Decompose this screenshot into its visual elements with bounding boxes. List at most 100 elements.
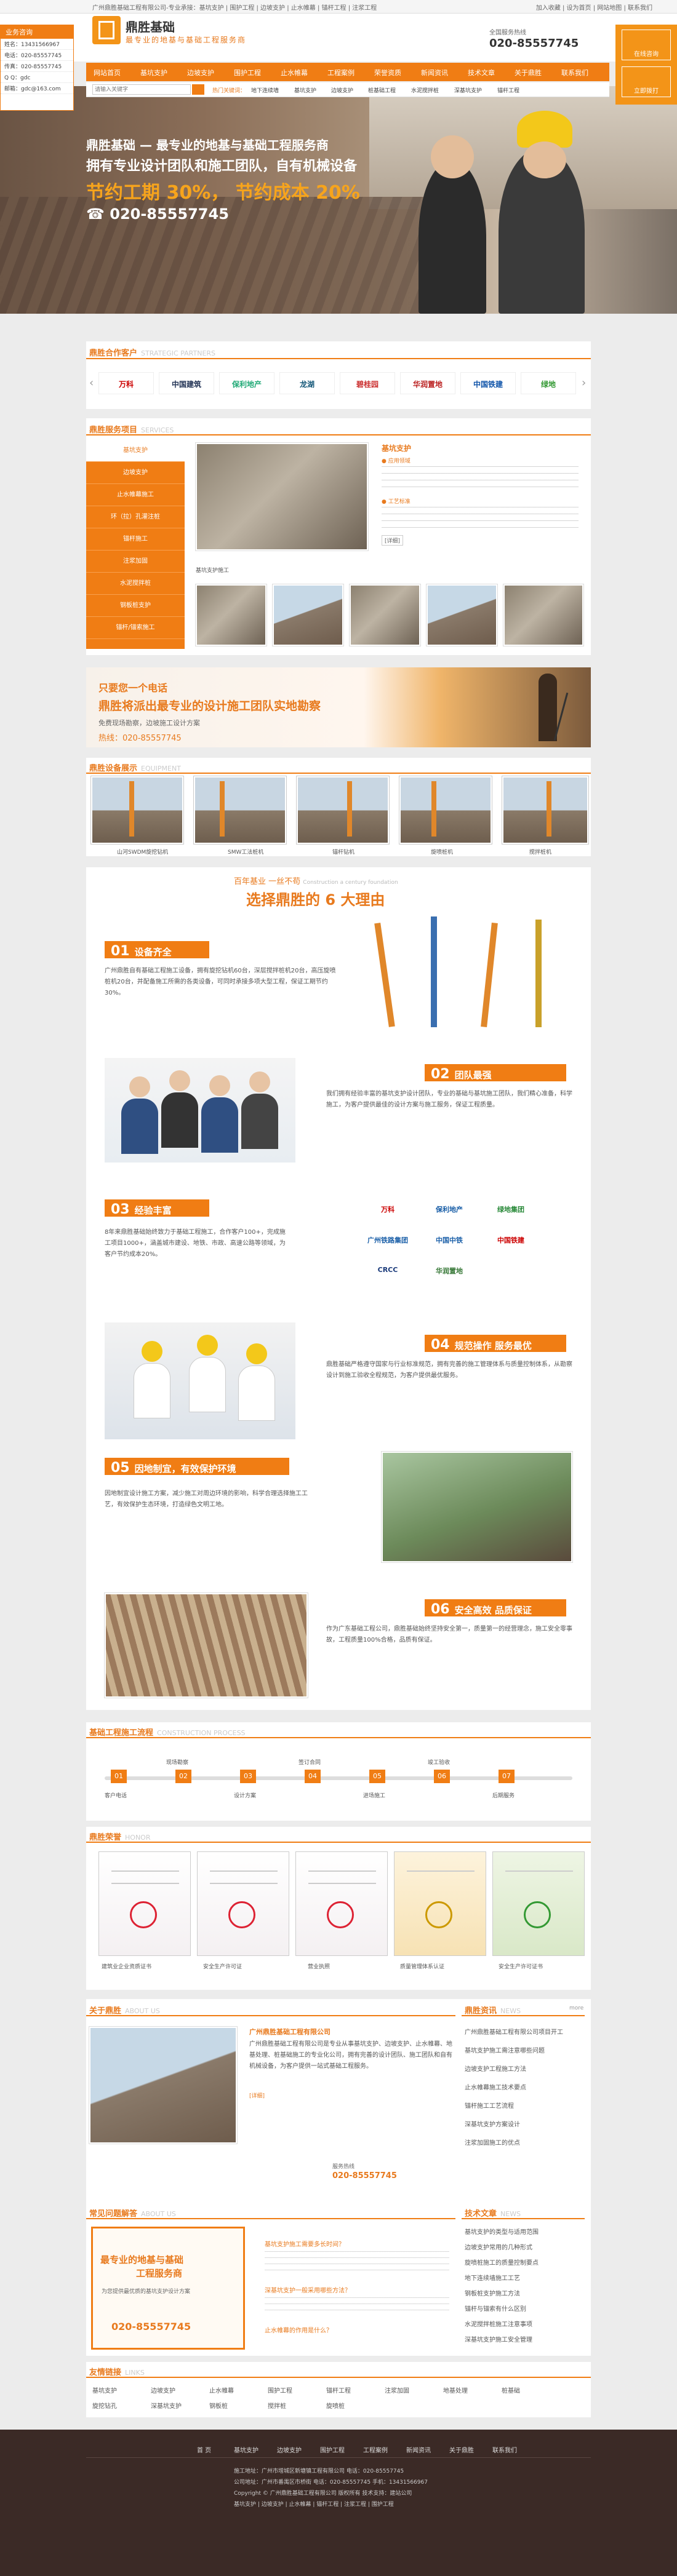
partner-logo[interactable]: 中国建筑: [159, 372, 214, 394]
partner-logo[interactable]: 保利地产: [219, 372, 274, 394]
nav-item[interactable]: 工程案例: [327, 68, 355, 78]
footer-nav-item[interactable]: 围护工程: [320, 2445, 345, 2454]
partner-logo[interactable]: 龙湖: [279, 372, 335, 394]
friend-link[interactable]: 围护工程: [268, 2385, 292, 2395]
nav-item[interactable]: 联系我们: [561, 68, 588, 78]
service-menu-item[interactable]: 环（拉）孔灌注桩: [86, 506, 185, 528]
certificate-image[interactable]: [197, 1851, 289, 1956]
hot-key[interactable]: 水泥搅拌桩: [411, 86, 439, 94]
friend-link[interactable]: 止水帷幕: [209, 2385, 234, 2395]
search-button[interactable]: [192, 84, 204, 95]
call-button[interactable]: 立即拨打: [622, 66, 671, 97]
footer-nav-item[interactable]: 基坑支护: [234, 2445, 258, 2454]
partner-logo[interactable]: 华润置地: [400, 372, 455, 394]
logo-icon[interactable]: [92, 16, 121, 44]
tech-item[interactable]: 基坑支护的类型与适用范围: [465, 2227, 539, 2236]
nav-item[interactable]: 技术文章: [468, 68, 495, 78]
footer-nav-item[interactable]: 新闻资讯: [406, 2445, 431, 2454]
hot-key[interactable]: 桩基础工程: [368, 86, 396, 94]
friend-link[interactable]: 桩基础: [502, 2385, 520, 2395]
service-thumb[interactable]: [427, 584, 497, 646]
faq-question[interactable]: 深基坑支护一般采用哪些方法？: [265, 2285, 351, 2294]
hot-key[interactable]: 深基坑支护: [454, 86, 482, 94]
friend-link[interactable]: 锚杆工程: [326, 2385, 351, 2395]
arrow-right-icon[interactable]: ›: [582, 376, 586, 389]
arrow-left-icon[interactable]: ‹: [89, 376, 94, 389]
service-thumb[interactable]: [273, 584, 343, 646]
service-menu-item[interactable]: 水泥搅拌桩: [86, 573, 185, 595]
friend-link[interactable]: 基坑支护: [92, 2385, 117, 2395]
footer-nav-item[interactable]: 联系我们: [492, 2445, 517, 2454]
service-thumb[interactable]: [503, 584, 583, 646]
friend-link[interactable]: 搅拌桩: [268, 2401, 286, 2410]
online-consult-button[interactable]: 在线咨询: [622, 30, 671, 60]
footer-nav-item[interactable]: 工程案例: [363, 2445, 388, 2454]
news-item[interactable]: 边坡支护工程施工方法: [465, 2064, 526, 2073]
nav-item[interactable]: 基坑支护: [140, 68, 167, 78]
friend-link[interactable]: 钢板桩: [209, 2401, 228, 2410]
partner-logo[interactable]: 绿地: [521, 372, 576, 394]
more-button[interactable]: [详细]: [382, 535, 404, 546]
tech-item[interactable]: 旋喷桩施工的质量控制要点: [465, 2257, 539, 2267]
footer-nav-item[interactable]: 关于鼎胜: [449, 2445, 474, 2454]
tech-item[interactable]: 钢板桩支护施工方法: [465, 2288, 520, 2297]
nav-item[interactable]: 新闻资讯: [421, 68, 448, 78]
equipment-photo[interactable]: [297, 776, 389, 844]
partner-logo[interactable]: 万科: [98, 372, 154, 394]
news-item[interactable]: 深基坑支护方案设计: [465, 2119, 520, 2128]
service-menu-item[interactable]: 基坑支护: [86, 440, 185, 462]
hot-key[interactable]: 地下连续墙: [251, 86, 279, 94]
friend-link[interactable]: 旋喷桩: [326, 2401, 345, 2410]
news-item[interactable]: 止水帷幕施工技术要点: [465, 2082, 526, 2091]
hot-key[interactable]: 基坑支护: [294, 86, 316, 94]
news-item[interactable]: 基坑支护施工需注意哪些问题: [465, 2045, 545, 2054]
tech-item[interactable]: 边坡支护常用的几种形式: [465, 2242, 532, 2251]
equipment-photo[interactable]: [502, 776, 588, 844]
about-more[interactable]: [详细]: [249, 2091, 265, 2099]
faq-question[interactable]: 基坑支护施工需要多长时间？: [265, 2239, 345, 2248]
nav-item[interactable]: 止水帷幕: [281, 68, 308, 78]
service-menu-item[interactable]: 边坡支护: [86, 462, 185, 484]
service-thumb[interactable]: [350, 584, 420, 646]
survey-banner[interactable]: 只要您一个电话 鼎胜将派出最专业的设计施工团队实地勘察 免费现场勘察，边坡施工设…: [86, 667, 591, 747]
service-menu-item[interactable]: 锚杆/锚索施工: [86, 617, 185, 639]
nav-home[interactable]: 网站首页: [94, 68, 121, 78]
nav-item[interactable]: 围护工程: [234, 68, 261, 78]
tech-item[interactable]: 深基坑支护施工安全管理: [465, 2334, 532, 2343]
nav-item[interactable]: 荣誉资质: [374, 68, 401, 78]
faq-question[interactable]: 止水帷幕的作用是什么？: [265, 2325, 332, 2334]
hot-key[interactable]: 锚杆工程: [497, 86, 519, 94]
certificate-image[interactable]: [295, 1851, 388, 1956]
certificate-image[interactable]: [492, 1851, 585, 1956]
search-input[interactable]: [92, 84, 191, 95]
friend-link[interactable]: 旋挖钻孔: [92, 2401, 117, 2410]
about-photo[interactable]: [89, 2027, 237, 2144]
top-bar-links[interactable]: 加入收藏 | 设为首页 | 网站地图 | 联系我们: [536, 2, 652, 12]
news-item[interactable]: 锚杆施工工艺流程: [465, 2101, 514, 2110]
friend-link[interactable]: 边坡支护: [151, 2385, 175, 2395]
tech-item[interactable]: 锚杆与锚索有什么区别: [465, 2304, 526, 2313]
equipment-photo[interactable]: [399, 776, 492, 844]
friend-link[interactable]: 注浆加固: [385, 2385, 409, 2395]
partner-logo[interactable]: 碧桂园: [340, 372, 395, 394]
nav-item[interactable]: 边坡支护: [187, 68, 214, 78]
tech-item[interactable]: 地下连续墙施工工艺: [465, 2273, 520, 2282]
news-more[interactable]: more: [569, 2005, 583, 2011]
service-menu-item[interactable]: 注浆加固: [86, 551, 185, 573]
service-menu-item[interactable]: 锚杆施工: [86, 528, 185, 551]
service-feature-image[interactable]: [196, 443, 368, 551]
tech-item[interactable]: 水泥搅拌桩施工注意事项: [465, 2319, 532, 2328]
news-item[interactable]: 注浆加固施工的优点: [465, 2137, 520, 2147]
hot-key[interactable]: 边坡支护: [331, 86, 353, 94]
service-menu-item[interactable]: 止水帷幕施工: [86, 484, 185, 506]
friend-link[interactable]: 深基坑支护: [151, 2401, 182, 2410]
equipment-photo[interactable]: [194, 776, 286, 844]
service-thumb[interactable]: [196, 584, 266, 646]
news-item[interactable]: 广州鼎胜基础工程有限公司项目开工: [465, 2027, 563, 2036]
partner-logo[interactable]: 中国铁建: [460, 372, 516, 394]
nav-item[interactable]: 关于鼎胜: [515, 68, 542, 78]
footer-nav-item[interactable]: 边坡支护: [277, 2445, 302, 2454]
certificate-image[interactable]: [98, 1851, 191, 1956]
certificate-image[interactable]: [394, 1851, 486, 1956]
service-menu-item[interactable]: 钢板桩支护: [86, 595, 185, 617]
